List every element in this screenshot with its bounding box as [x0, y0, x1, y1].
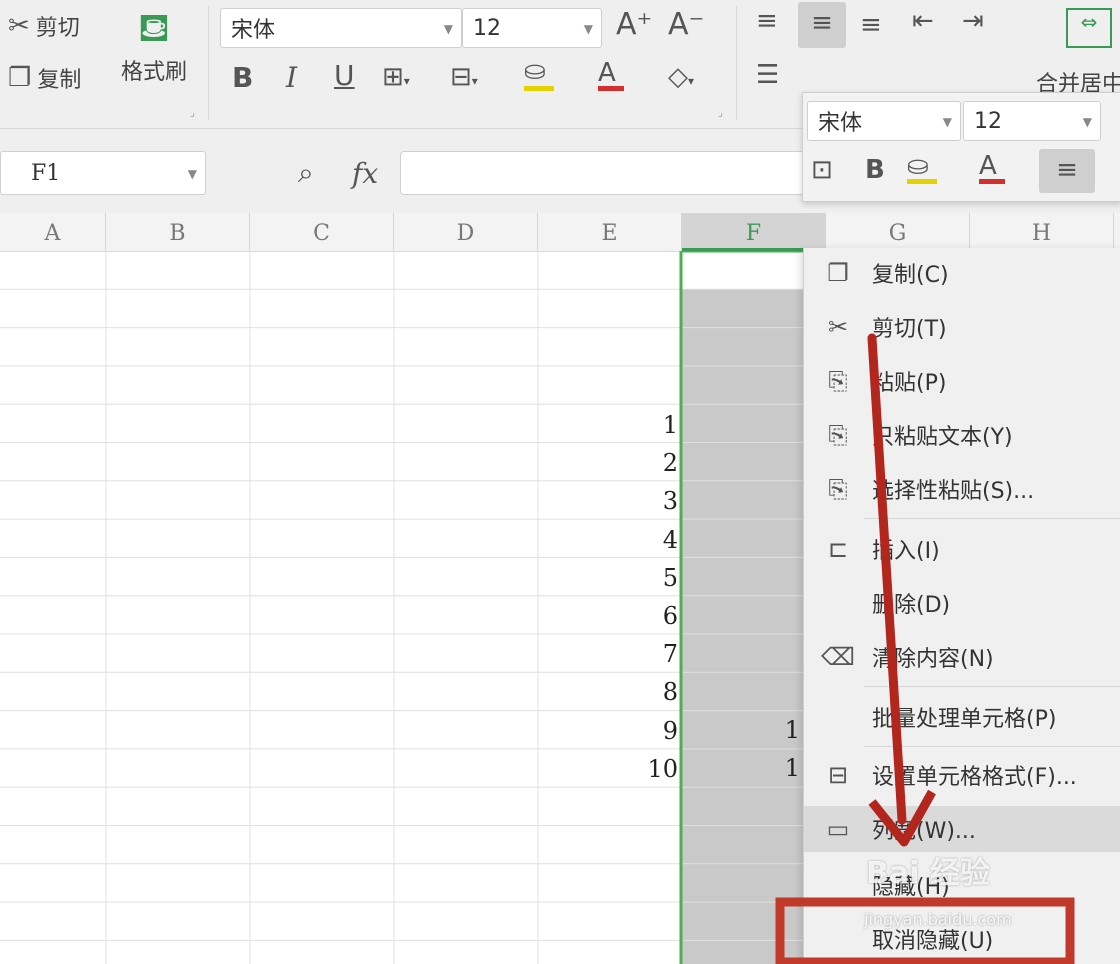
watermark-brand: Bai 经验: [866, 856, 990, 891]
annotation-overlay: [775, 333, 1075, 964]
watermark-url: jingyan.baidu.com: [864, 910, 1012, 929]
red-arrow-shaft: [867, 333, 907, 825]
